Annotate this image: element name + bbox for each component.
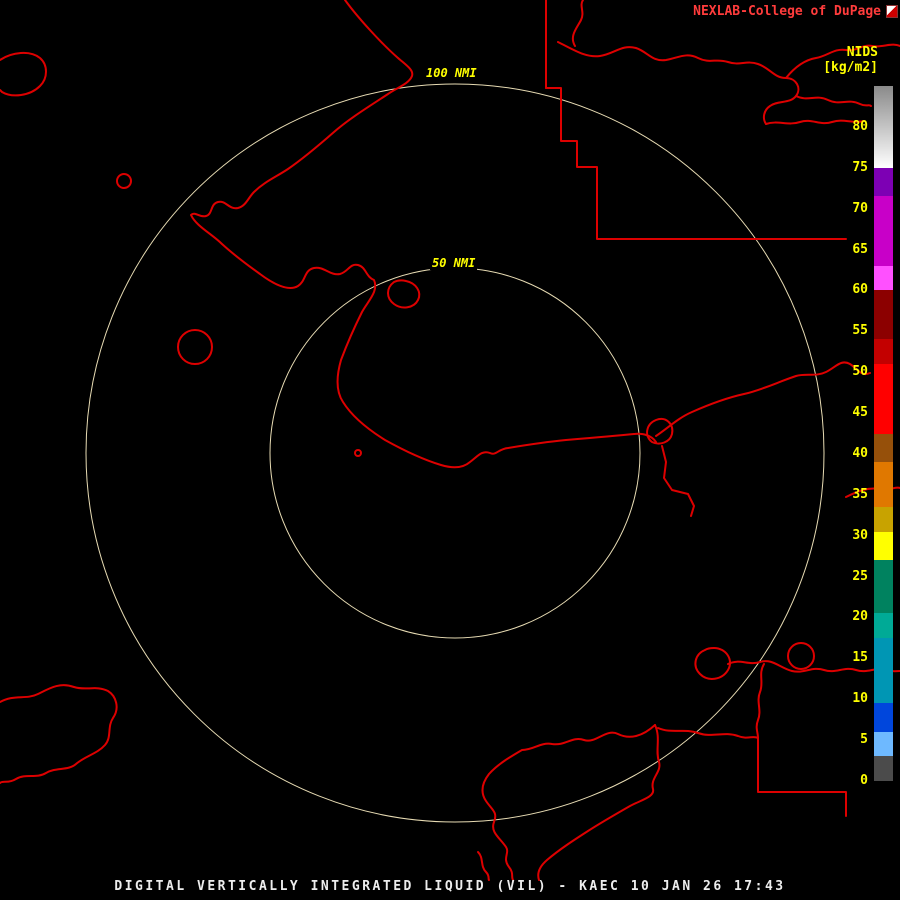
- colorbar-segment: [874, 339, 893, 364]
- colorbar-tick-label: 60: [852, 282, 868, 298]
- colorbar: 80 75 70 65 60 55 50 45 40 35 30 25 20 15 10 5 0: [0, 0, 900, 900]
- colorbar-segment: [874, 364, 893, 434]
- cod-logo-icon: [886, 5, 898, 18]
- colorbar-tick-label: 55: [852, 323, 868, 339]
- product-caption: DIGITAL VERTICALLY INTEGRATED LIQUID (VI…: [114, 879, 786, 894]
- colorbar-segment: [874, 613, 893, 638]
- colorbar-tick-label: 80: [852, 118, 868, 134]
- colorbar-tick-label: 30: [852, 527, 868, 543]
- colorbar-segment: [874, 731, 893, 757]
- colorbar-tick-label: 75: [852, 159, 868, 175]
- colorbar-segment: [874, 531, 893, 561]
- colorbar-segment: [874, 196, 893, 266]
- colorbar-tick-label: 70: [852, 200, 868, 216]
- colorbar-segment: [874, 265, 893, 291]
- header-brand: NEXLAB-College of DuPage: [693, 4, 898, 19]
- colorbar-tick-label: 15: [852, 650, 868, 666]
- colorbar-tick-label: 0: [860, 773, 868, 788]
- colorbar-tick-label: 45: [852, 405, 868, 421]
- colorbar-tick-label: 5: [860, 732, 868, 748]
- colorbar-units: [kg/m2]: [823, 60, 878, 75]
- colorbar-segment: [874, 462, 893, 508]
- colorbar-tick-label: 65: [852, 241, 868, 257]
- colorbar-tick-label: 20: [852, 609, 868, 625]
- colorbar-tick-label: 35: [852, 486, 868, 502]
- brand-text: NEXLAB-College of DuPage: [693, 4, 881, 19]
- colorbar-segment: [874, 637, 893, 704]
- colorbar-segment: [874, 756, 893, 781]
- colorbar-header: NIDS [kg/m2]: [823, 45, 878, 75]
- colorbar-tick-label: 40: [852, 445, 868, 461]
- colorbar-segment: [874, 703, 893, 732]
- colorbar-segment: [874, 433, 893, 463]
- colorbar-segment: [874, 86, 893, 168]
- colorbar-segment: [874, 290, 893, 340]
- colorbar-tick-label: 50: [852, 364, 868, 380]
- colorbar-segment: [874, 560, 893, 614]
- colorbar-tick-label: 10: [852, 691, 868, 707]
- radar-display: 100 NMI 50 NMI NEXLAB-College of DuPage …: [0, 0, 900, 900]
- colorbar-title: NIDS: [846, 45, 878, 60]
- colorbar-segment: [874, 507, 893, 532]
- colorbar-tick-label: 25: [852, 568, 868, 584]
- colorbar-segment: [874, 167, 893, 197]
